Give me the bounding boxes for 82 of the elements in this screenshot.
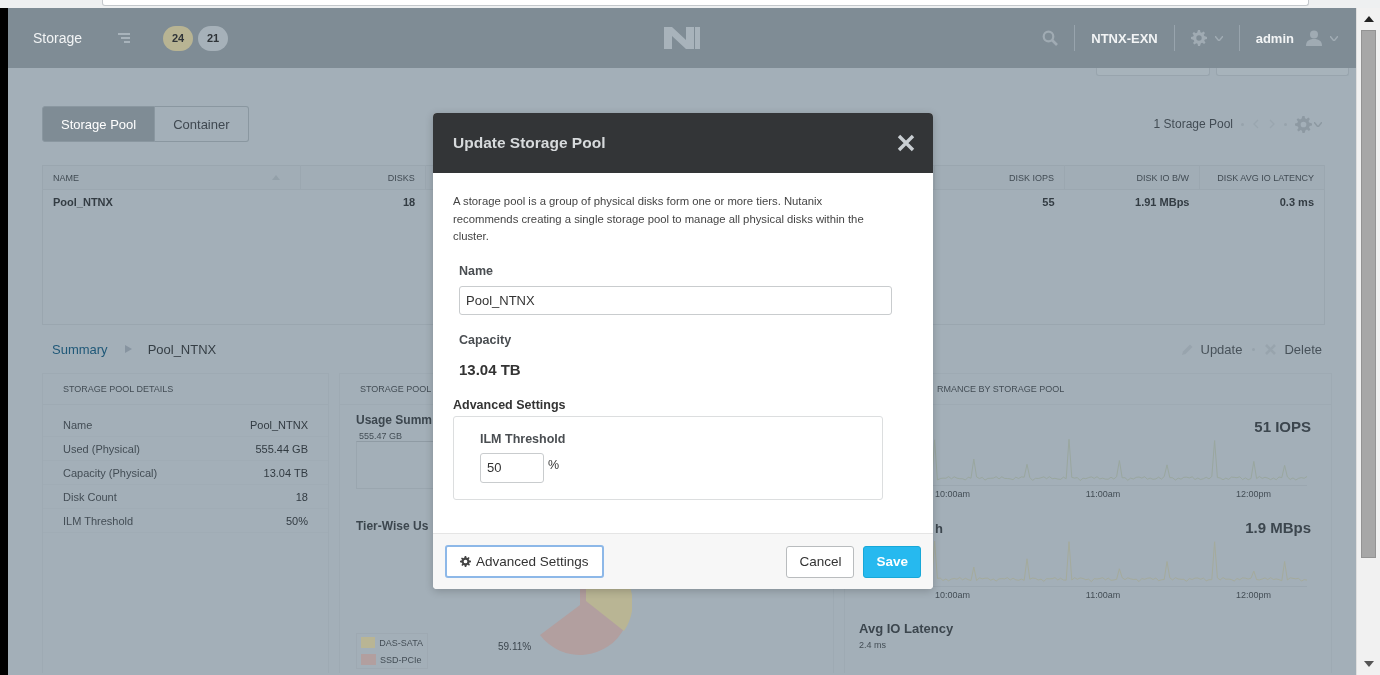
time-label: 11:00am xyxy=(1085,489,1121,501)
usage-value: 555.47 GB xyxy=(358,431,403,441)
menu-icon[interactable] xyxy=(118,33,131,43)
metric-value: 1.9 MBps xyxy=(1245,519,1311,536)
user-icon[interactable] xyxy=(1306,30,1322,46)
time-label: 11:00am xyxy=(1085,590,1121,602)
name-input[interactable]: Pool_NTNX xyxy=(459,285,892,315)
column-header[interactable]: DISKS xyxy=(387,172,415,183)
tab[interactable]: Container xyxy=(155,106,249,142)
detail-value: Pool_NTNX xyxy=(249,418,308,431)
metric-value: 51 IOPS xyxy=(1254,418,1311,435)
detail-label: Name xyxy=(63,418,93,431)
table-cell: 55 xyxy=(1042,196,1055,208)
column-header[interactable]: DISK IO B/W xyxy=(1136,172,1189,183)
breadcrumb-current: Pool_NTNX xyxy=(147,341,217,357)
unit-label: % xyxy=(548,457,560,472)
detail-value: 50% xyxy=(285,514,308,527)
scrollbar[interactable] xyxy=(1356,8,1380,675)
cluster-name[interactable]: NTNX-EXN xyxy=(1091,30,1158,46)
search-icon[interactable] xyxy=(1042,30,1059,46)
cancel-button[interactable]: Cancel xyxy=(786,545,855,578)
tab[interactable]: Storage Pool xyxy=(42,106,156,142)
legend-label: DAS-SATA xyxy=(379,637,423,648)
metric-value: 2.4 ms xyxy=(859,640,886,650)
column-header[interactable]: DISK AVG IO LATENCY xyxy=(1217,172,1314,183)
toolbar-button[interactable] xyxy=(1096,68,1210,76)
table-cell: 18 xyxy=(402,196,416,208)
section-title: Usage Summ xyxy=(356,413,433,427)
column-header[interactable]: DISK IOPS xyxy=(1009,172,1055,183)
gear-icon xyxy=(460,556,471,567)
advanced-settings-button[interactable]: Advanced Settings xyxy=(445,545,604,578)
time-label: 10:00am xyxy=(935,590,971,602)
triangle-icon xyxy=(123,345,132,353)
scroll-up-icon[interactable] xyxy=(1363,16,1374,22)
user-name[interactable]: admin xyxy=(1255,30,1294,46)
field-label: Name xyxy=(459,263,495,278)
time-label: 12:00pm xyxy=(1235,489,1271,501)
table-cell: Pool_NTNX xyxy=(53,196,113,208)
breadcrumb-link[interactable]: Summary xyxy=(52,341,108,357)
alert-count-badge[interactable]: 24 xyxy=(163,25,194,51)
field-label: ILM Threshold xyxy=(480,431,567,446)
time-label: 12:00pm xyxy=(1235,590,1271,602)
action-link[interactable]: Update xyxy=(1181,341,1243,357)
action-link[interactable]: Delete xyxy=(1265,341,1322,357)
settings-icon[interactable] xyxy=(1190,30,1207,46)
logo-icon[interactable] xyxy=(664,27,700,49)
section-title: Advanced Settings xyxy=(453,397,567,412)
percent-label: 59.11% xyxy=(498,641,532,652)
app-title[interactable]: Storage xyxy=(33,30,83,46)
dialog-title: Update Storage Pool xyxy=(453,134,606,152)
toolbar-button[interactable] xyxy=(1216,68,1349,76)
detail-label: Capacity (Physical) xyxy=(63,466,158,479)
table-cell: 1.91 MBps xyxy=(1135,196,1190,208)
capacity-value: 13.04 TB xyxy=(459,360,522,378)
legend-label: SSD-PCIe xyxy=(380,654,422,665)
section-title: Tier-Wise Us xyxy=(356,519,429,533)
dialog-description: A storage pool is a group of physical disks form one or more tiers. Nutanix recommends creating a single storage pool to manage all physical disks within the cluster. xyxy=(453,194,865,244)
scroll-thumb[interactable] xyxy=(1361,30,1376,558)
detail-value: 555.44 GB xyxy=(255,442,308,455)
table-cell: 0.3 ms xyxy=(1279,196,1314,208)
close-button[interactable] xyxy=(897,134,915,152)
field-label: Capacity xyxy=(459,332,513,347)
detail-value: 13.04 TB xyxy=(263,466,308,479)
detail-label: Used (Physical) xyxy=(63,442,141,455)
item-count: 1 Storage Pool xyxy=(1153,117,1233,131)
panel-title: STORAGE POOL xyxy=(360,384,432,394)
panel-title: RMANCE BY STORAGE POOL xyxy=(937,384,1065,394)
threshold-input[interactable]: 50 xyxy=(480,452,544,483)
address-bar[interactable] xyxy=(102,0,1309,6)
time-label: 10:00am xyxy=(935,489,971,501)
detail-label: ILM Threshold xyxy=(63,514,134,527)
detail-label: Disk Count xyxy=(63,490,117,503)
save-button[interactable]: Save xyxy=(863,545,921,578)
detail-value: 18 xyxy=(295,490,308,503)
caret-icon xyxy=(1214,35,1223,41)
caret-icon xyxy=(1330,35,1338,41)
panel-title: STORAGE POOL DETAILS xyxy=(63,384,174,394)
column-header[interactable]: NAME xyxy=(53,172,79,183)
metric-title: Avg IO Latency xyxy=(859,621,954,636)
alert-count-badge[interactable]: 21 xyxy=(198,25,229,51)
scroll-down-icon[interactable] xyxy=(1363,661,1374,667)
metric-title: h xyxy=(934,521,943,536)
